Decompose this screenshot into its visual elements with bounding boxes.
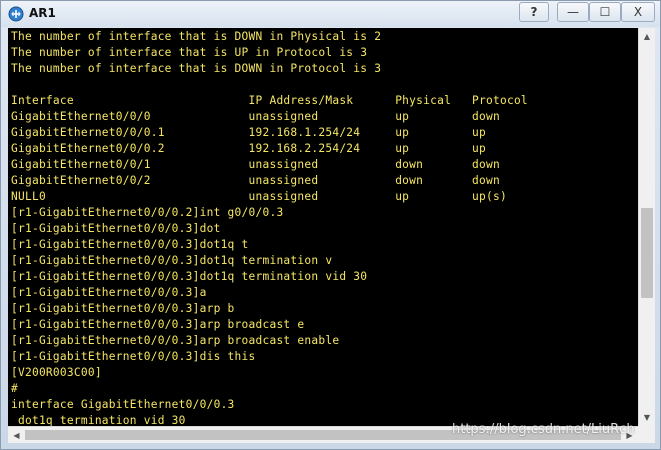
terminal-line: The number of interface that is UP in Pr… xyxy=(11,46,368,59)
vertical-scroll-thumb[interactable] xyxy=(641,208,653,298)
terminal-line: interface GigabitEthernet0/0/0.3 xyxy=(11,398,235,411)
terminal-line: [r1-GigabitEthernet0/0/0.3]dot1q t xyxy=(11,238,249,251)
minimize-button[interactable]: — xyxy=(557,2,589,22)
console-window: AR1 ? — ☐ X The number of interface that… xyxy=(0,0,661,450)
maximize-button[interactable]: ☐ xyxy=(589,2,621,22)
terminal-line: [r1-GigabitEthernet0/0/0.3]a xyxy=(11,286,207,299)
terminal-line: [r1-GigabitEthernet0/0/0.3]arp b xyxy=(11,302,235,315)
terminal-line: [V200R003C00] xyxy=(11,366,102,379)
title-bar[interactable]: AR1 ? — ☐ X xyxy=(1,1,660,27)
terminal-line: [r1-GigabitEthernet0/0/0.3]dot1q termina… xyxy=(11,270,368,283)
terminal-line: GigabitEthernet0/0/0 unassigned up down xyxy=(11,110,500,123)
terminal-line: GigabitEthernet0/0/0.1 192.168.1.254/24 … xyxy=(11,126,487,139)
vertical-scrollbar[interactable]: ▲ ▼ xyxy=(638,28,655,426)
terminal-line: [r1-GigabitEthernet0/0/0.3]arp broadcast… xyxy=(11,334,340,347)
window-title: AR1 xyxy=(29,6,56,20)
terminal-line: [r1-GigabitEthernet0/0/0.3]dot xyxy=(11,222,221,235)
terminal-line: [r1-GigabitEthernet0/0/0.3]dis this xyxy=(11,350,256,363)
scroll-up-arrow-icon[interactable]: ▲ xyxy=(639,28,655,45)
terminal-line: GigabitEthernet0/0/1 unassigned down dow… xyxy=(11,158,500,171)
terminal-output[interactable]: The number of interface that is DOWN in … xyxy=(8,28,638,426)
scroll-down-arrow-icon[interactable]: ▼ xyxy=(639,409,655,426)
terminal-line: GigabitEthernet0/0/2 unassigned down dow… xyxy=(11,174,500,187)
help-button[interactable]: ? xyxy=(519,2,549,22)
terminal-line: [r1-GigabitEthernet0/0/0.3]arp broadcast… xyxy=(11,318,305,331)
watermark: https://blog.csdn.net/LiuRch xyxy=(452,422,635,437)
terminal-lines: The number of interface that is DOWN in … xyxy=(11,29,528,426)
terminal-line: NULL0 unassigned up up(s) xyxy=(11,190,507,203)
terminal-line: [r1-GigabitEthernet0/0/0.2]int g0/0/0.3 xyxy=(11,206,284,219)
terminal-line: The number of interface that is DOWN in … xyxy=(11,62,382,75)
scroll-left-arrow-icon[interactable]: ◀ xyxy=(8,427,25,443)
terminal-line: [r1-GigabitEthernet0/0/0.3]dot1q termina… xyxy=(11,254,333,267)
terminal-line: # xyxy=(11,382,18,395)
terminal-line: The number of interface that is DOWN in … xyxy=(11,30,382,43)
terminal-line: dot1q termination vid 30 xyxy=(11,414,186,426)
terminal-line: GigabitEthernet0/0/0.2 192.168.2.254/24 … xyxy=(11,142,487,155)
terminal-line: Interface IP Address/Mask Physical Proto… xyxy=(11,94,528,107)
close-button[interactable]: X xyxy=(621,2,655,22)
router-app-icon xyxy=(8,6,24,22)
scrollbar-corner xyxy=(638,426,655,443)
